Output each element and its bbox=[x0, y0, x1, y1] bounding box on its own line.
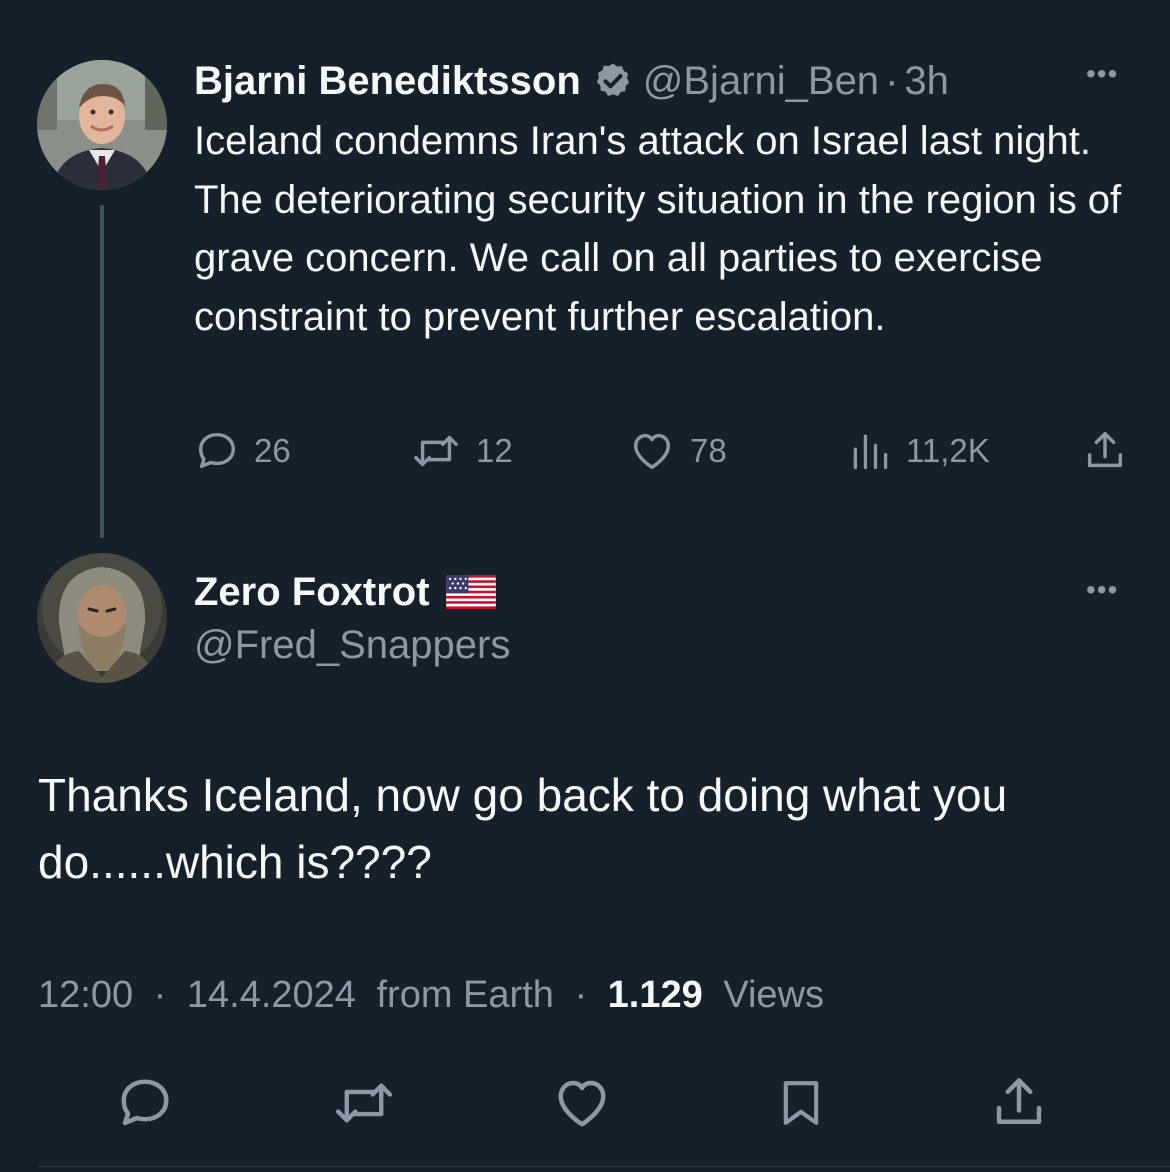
author-name[interactable]: Bjarni Benediktsson bbox=[194, 59, 581, 104]
heart-icon bbox=[558, 1080, 606, 1127]
like-action[interactable]: 78 bbox=[628, 426, 727, 476]
like-button[interactable] bbox=[550, 1071, 614, 1135]
avatar-bjarni[interactable] bbox=[37, 60, 167, 190]
views-action[interactable]: 11,2K bbox=[848, 426, 990, 476]
avatar-zero-foxtrot[interactable] bbox=[37, 553, 167, 683]
reply-button[interactable] bbox=[113, 1071, 177, 1135]
reply-count: 26 bbox=[254, 432, 291, 469]
views-count: 11,2K bbox=[906, 432, 990, 469]
bookmark-icon bbox=[783, 1081, 819, 1125]
tweet-timestamp[interactable]: 3h bbox=[904, 59, 949, 104]
share-button[interactable] bbox=[987, 1071, 1051, 1135]
share-action[interactable] bbox=[1082, 426, 1128, 476]
meta-separator: · bbox=[574, 974, 588, 1016]
time-separator: · bbox=[885, 58, 899, 103]
repost-arrows-icon bbox=[414, 435, 458, 467]
reply-views-count[interactable]: 1.129 bbox=[608, 974, 703, 1016]
bottom-divider bbox=[38, 1166, 1170, 1167]
reply-author-name[interactable]: Zero Foxtrot bbox=[194, 570, 430, 615]
us-flag-icon bbox=[445, 575, 496, 609]
reply-source: from Earth bbox=[376, 974, 554, 1016]
share-upload-icon bbox=[1087, 432, 1123, 468]
repost-count: 12 bbox=[476, 432, 513, 469]
reply-tweet-text: Thanks Iceland, now go back to doing wha… bbox=[38, 769, 1008, 888]
speech-bubble-icon bbox=[121, 1079, 169, 1126]
like-count: 78 bbox=[690, 432, 727, 469]
bar-chart-icon bbox=[853, 434, 888, 470]
thread-connector-line bbox=[100, 205, 104, 538]
reply-author-row: Zero Foxtrot bbox=[194, 566, 496, 618]
heart-icon bbox=[633, 433, 671, 470]
reply-action[interactable]: 26 bbox=[194, 426, 291, 476]
meta-separator: · bbox=[153, 974, 167, 1016]
speech-bubble-icon bbox=[198, 432, 236, 469]
parent-tweet-header: Bjarni Benediktsson @Bjarni_Ben · 3h bbox=[194, 56, 949, 106]
reply-meta-row: 12:00 · 14.4.2024 from Earth · 1.129 Vie… bbox=[38, 974, 824, 1017]
verified-badge-icon[interactable] bbox=[593, 61, 633, 101]
bookmark-button[interactable] bbox=[769, 1071, 833, 1135]
repost-arrows-icon bbox=[335, 1083, 393, 1123]
reply-date[interactable]: 14.4.2024 bbox=[187, 974, 356, 1016]
author-handle[interactable]: @Bjarni_Ben bbox=[643, 59, 879, 104]
parent-tweet-text: Iceland condemns Iran's attack on Israel… bbox=[194, 119, 1122, 339]
reply-views-label: Views bbox=[723, 974, 825, 1016]
reply-time[interactable]: 12:00 bbox=[38, 974, 133, 1016]
reply-author-handle[interactable]: @Fred_Snappers bbox=[194, 623, 510, 668]
share-upload-icon bbox=[996, 1078, 1042, 1124]
repost-button[interactable] bbox=[332, 1071, 396, 1135]
reply-more-options-button[interactable]: ••• bbox=[1086, 576, 1118, 604]
repost-action[interactable]: 12 bbox=[410, 426, 513, 476]
more-options-button[interactable]: ••• bbox=[1086, 60, 1118, 88]
